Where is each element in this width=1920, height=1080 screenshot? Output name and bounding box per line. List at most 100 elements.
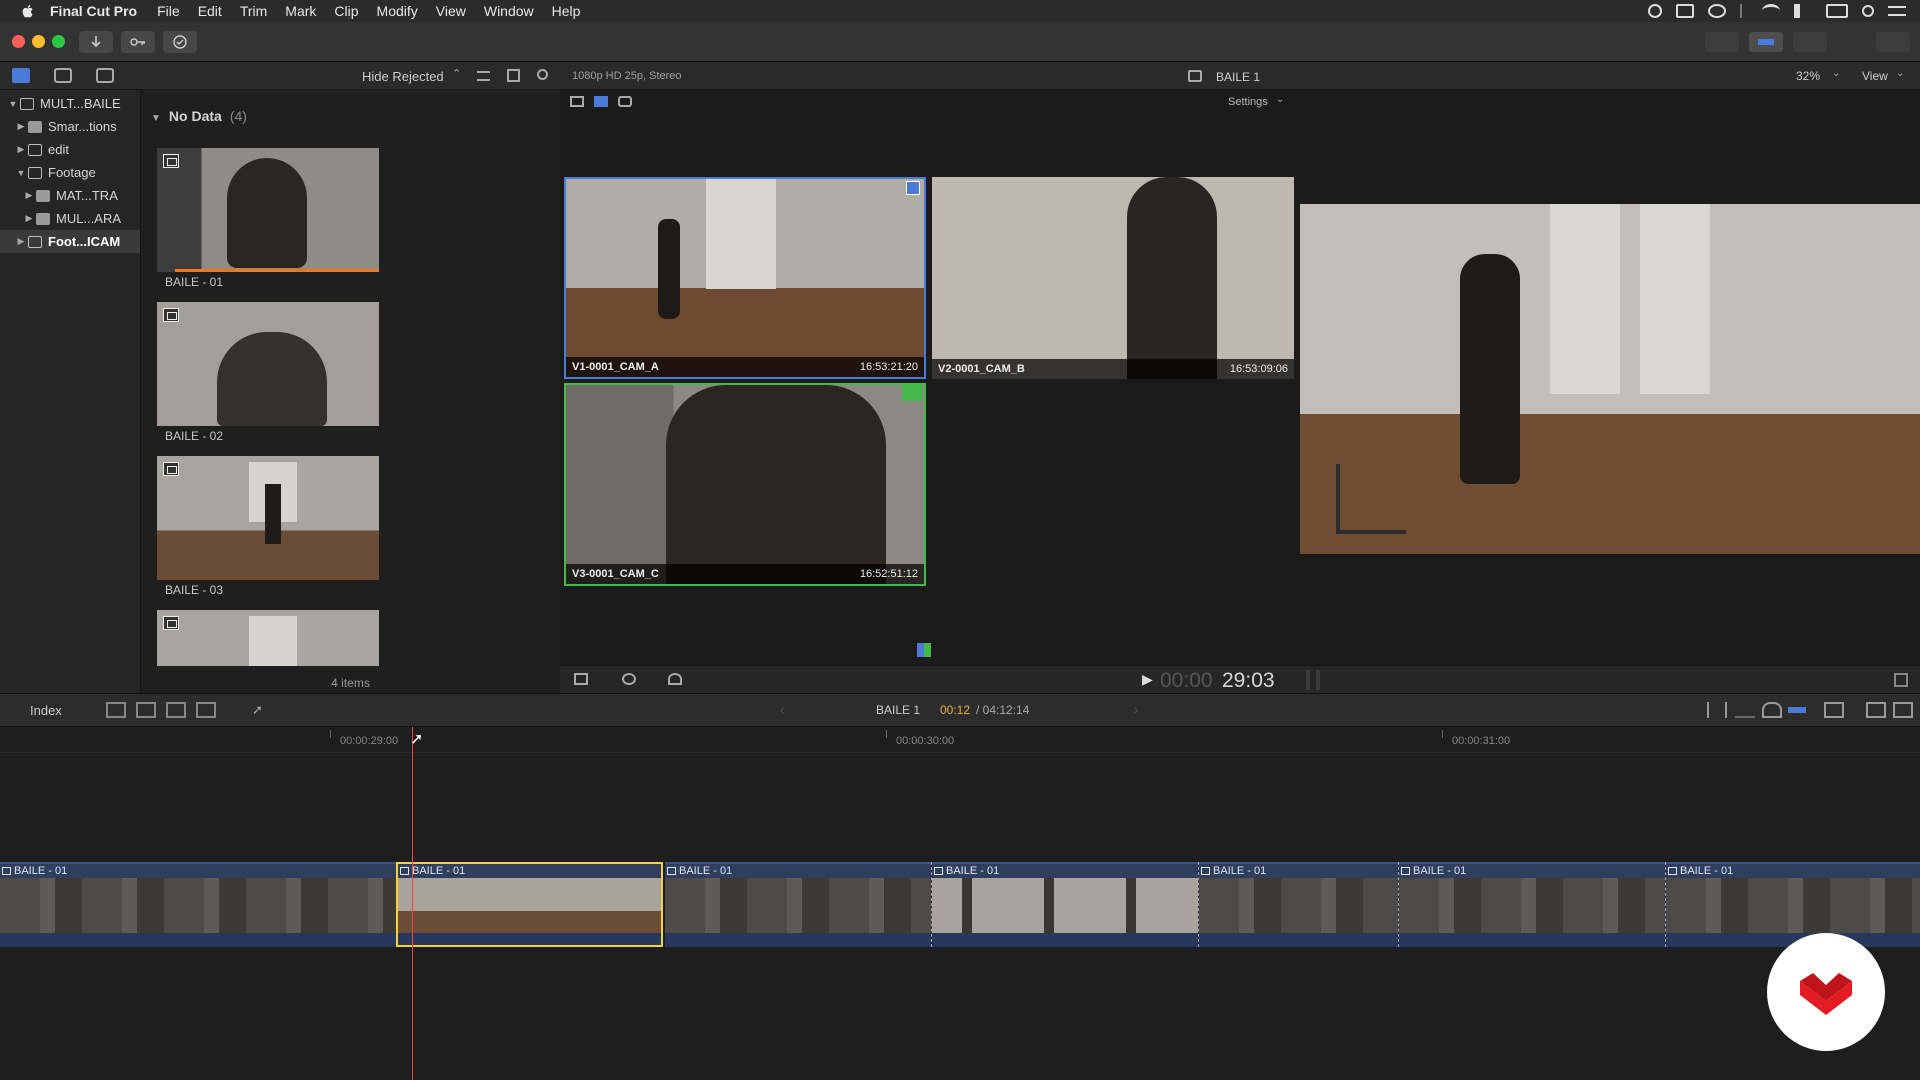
disclosure-triangle-icon[interactable]: ▼ xyxy=(14,168,28,178)
menu-clip[interactable]: Clip xyxy=(334,3,358,19)
playhead[interactable] xyxy=(412,727,413,1080)
inspector-toggle-button[interactable] xyxy=(1793,32,1827,52)
disclosure-triangle-icon[interactable]: ▶ xyxy=(14,121,28,132)
project-duration: / 04:12:14 xyxy=(976,703,1030,717)
volume-icon[interactable] xyxy=(1794,4,1812,18)
fullscreen-icon[interactable] xyxy=(1894,673,1908,687)
event-item-selected[interactable]: ▶ Foot...ICAM xyxy=(0,230,140,253)
angle-cam-c[interactable]: V3-0001_CAM_C 16:52:51:12 xyxy=(564,383,926,586)
view-popup[interactable]: View xyxy=(1862,69,1888,83)
apple-icon[interactable] xyxy=(20,3,36,19)
list-view-icon[interactable] xyxy=(477,71,490,81)
menu-modify[interactable]: Modify xyxy=(377,3,418,19)
angle-cam-b[interactable]: V2-0001_CAM_B 16:53:09:06 xyxy=(932,177,1294,379)
display-icon[interactable] xyxy=(1676,4,1694,18)
forward-arrow-icon[interactable]: › xyxy=(1134,702,1138,717)
timeline-clip-selected[interactable]: BAILE - 01 xyxy=(396,862,663,947)
video-audio-switch-icon[interactable] xyxy=(570,96,584,107)
menu-help[interactable]: Help xyxy=(552,3,581,19)
folder-item[interactable]: ▶ MAT...TRA xyxy=(0,184,140,207)
clip-thumbnail[interactable] xyxy=(157,610,379,666)
audio-waveform xyxy=(398,933,661,945)
overwrite-clip-icon[interactable] xyxy=(196,702,216,718)
back-arrow-icon[interactable]: ‹ xyxy=(780,702,784,717)
transform-popup-icon[interactable] xyxy=(574,673,588,685)
background-tasks-button[interactable] xyxy=(163,31,197,53)
zoom-popup[interactable]: 32% xyxy=(1796,69,1820,83)
skimming-icon[interactable] xyxy=(1707,702,1727,718)
clip-thumbnail[interactable] xyxy=(157,148,379,272)
search-icon[interactable] xyxy=(537,69,548,80)
index-button[interactable]: Index xyxy=(30,703,62,718)
settings-popup[interactable]: Settings xyxy=(1228,96,1268,108)
retime-popup-icon[interactable] xyxy=(668,673,682,685)
disclosure-triangle-icon[interactable]: ▼ xyxy=(6,99,20,109)
audio-only-switch-icon[interactable] xyxy=(618,96,632,107)
timeline-clip[interactable]: BAILE - 01 xyxy=(0,862,396,947)
insert-clip-icon[interactable] xyxy=(136,702,156,718)
minimize-window-button[interactable] xyxy=(32,35,45,48)
menu-view[interactable]: View xyxy=(436,3,466,19)
disclosure-triangle-icon[interactable]: ▶ xyxy=(14,236,28,247)
menu-edit[interactable]: Edit xyxy=(198,3,222,19)
share-button[interactable] xyxy=(1876,32,1910,52)
headphones-icon[interactable] xyxy=(1762,702,1782,718)
disclosure-triangle-icon[interactable]: ▶ xyxy=(22,190,36,201)
filmstrip xyxy=(0,878,396,933)
audio-skimming-icon[interactable] xyxy=(1735,702,1755,718)
close-window-button[interactable] xyxy=(12,35,25,48)
bluetooth-icon[interactable] xyxy=(1740,4,1748,18)
timecode-display[interactable]: 29:03 xyxy=(1222,669,1275,693)
import-button[interactable] xyxy=(79,31,113,53)
keywords-button[interactable] xyxy=(121,31,155,53)
menu-file[interactable]: File xyxy=(157,3,180,19)
control-center-icon[interactable] xyxy=(1888,6,1906,16)
play-icon[interactable]: ▶ xyxy=(1142,671,1153,688)
connect-clip-icon[interactable] xyxy=(106,702,126,718)
angle-bank-icon[interactable] xyxy=(917,643,931,657)
app-menu[interactable]: Final Cut Pro xyxy=(50,3,137,19)
event-item[interactable]: ▶ edit xyxy=(0,138,140,161)
video-only-switch-icon[interactable] xyxy=(594,96,608,107)
clip-thumbnail[interactable] xyxy=(157,456,379,580)
clip-thumbnail[interactable] xyxy=(157,302,379,426)
filter-popup[interactable]: Hide Rejected xyxy=(362,69,444,84)
photos-audio-icon[interactable] xyxy=(54,68,72,83)
effects-browser-icon[interactable] xyxy=(1866,702,1886,718)
timeline-ruler[interactable]: 00:00:29:00 00:00:30:00 00:00:31:00 xyxy=(0,727,1920,753)
titles-generators-icon[interactable] xyxy=(96,68,114,83)
enhancements-popup-icon[interactable] xyxy=(622,673,636,685)
snapping-icon[interactable] xyxy=(1788,707,1806,713)
creative-cloud-icon[interactable] xyxy=(1708,4,1726,18)
browser-toggle-button[interactable] xyxy=(1705,32,1739,52)
group-header[interactable]: ▼ No Data (4) xyxy=(151,108,247,124)
timeline-clip[interactable]: BAILE - 01 xyxy=(1199,862,1398,947)
zoom-window-button[interactable] xyxy=(52,35,65,48)
disclosure-triangle-icon[interactable]: ▶ xyxy=(22,213,36,224)
timeline[interactable]: 00:00:29:00 00:00:30:00 00:00:31:00 BAIL… xyxy=(0,727,1920,1080)
menu-mark[interactable]: Mark xyxy=(285,3,316,19)
search-icon[interactable] xyxy=(1862,5,1874,17)
menu-trim[interactable]: Trim xyxy=(240,3,267,19)
transitions-browser-icon[interactable] xyxy=(1893,702,1913,718)
append-clip-icon[interactable] xyxy=(166,702,186,718)
screen-record-icon[interactable] xyxy=(1648,4,1662,18)
libraries-icon[interactable] xyxy=(12,68,30,83)
smart-collection-folder[interactable]: ▶ Smar...tions xyxy=(0,115,140,138)
disclosure-triangle-icon[interactable]: ▼ xyxy=(151,113,161,124)
disclosure-triangle-icon[interactable]: ▶ xyxy=(14,144,28,155)
battery-icon[interactable] xyxy=(1826,4,1848,18)
timeline-clip[interactable]: BAILE - 01 xyxy=(665,862,931,947)
folder-item[interactable]: ▶ MUL...ARA xyxy=(0,207,140,230)
clip-appearance-icon[interactable] xyxy=(507,69,520,82)
wifi-icon[interactable] xyxy=(1762,4,1780,18)
library-item[interactable]: ▼ MULT...BAILE xyxy=(0,92,140,115)
menu-window[interactable]: Window xyxy=(484,3,534,19)
timeline-toggle-button[interactable] xyxy=(1749,32,1783,52)
event-item[interactable]: ▼ Footage xyxy=(0,161,140,184)
angle-cam-a[interactable]: V1-0001_CAM_A 16:53:21:20 xyxy=(564,177,926,379)
timeline-clip[interactable]: BAILE - 01 xyxy=(932,862,1198,947)
clip-appearance-icon[interactable] xyxy=(1824,702,1844,718)
select-tool-icon[interactable]: ➚ xyxy=(252,702,263,718)
timeline-clip[interactable]: BAILE - 01 xyxy=(1399,862,1665,947)
